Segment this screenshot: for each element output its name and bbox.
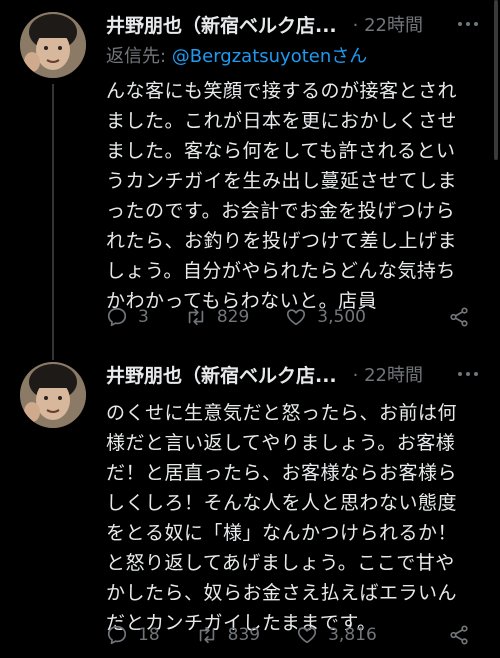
tweet[interactable]: 井野朋也（新宿ベルク店... · 22時間 のくせに生意気だと怒ったら、お前は何… <box>0 350 500 658</box>
retweet-icon <box>188 308 204 326</box>
reply-button[interactable]: 18 <box>106 624 160 646</box>
share-icon <box>450 307 468 327</box>
share-button[interactable] <box>448 624 480 646</box>
like-button[interactable]: 3,500 <box>285 306 366 328</box>
like-count: 3,816 <box>328 625 377 645</box>
retweet-button[interactable]: 839 <box>196 624 260 646</box>
reply-handle-link[interactable]: @Bergzatsuyoten <box>172 46 331 67</box>
share-icon <box>450 625 468 645</box>
action-bar: 3 829 3,500 <box>106 306 480 328</box>
reply-count: 3 <box>138 307 149 327</box>
reply-to: 返信先: @Bergzatsuyotenさん <box>106 42 482 72</box>
retweet-icon <box>199 626 214 644</box>
heart-icon <box>287 309 306 326</box>
action-bar: 18 839 3,816 <box>106 624 480 646</box>
reply-icon <box>107 625 127 645</box>
timestamp[interactable]: · 22時間 <box>353 11 423 37</box>
reply-suffix: さん <box>331 46 368 67</box>
retweet-button[interactable]: 829 <box>185 306 249 328</box>
tweet[interactable]: 井野朋也（新宿ベルク店... · 22時間 返信先: @Bergzatsuyot… <box>0 0 500 360</box>
reply-count: 18 <box>138 625 160 645</box>
author-name[interactable]: 井野朋也（新宿ベルク店... <box>106 361 337 388</box>
avatar[interactable] <box>20 362 86 428</box>
retweet-count: 839 <box>227 625 261 645</box>
reply-prefix: 返信先: <box>106 46 172 67</box>
like-button[interactable]: 3,816 <box>296 624 377 646</box>
reply-button[interactable]: 3 <box>106 306 149 328</box>
reply-icon <box>107 307 127 327</box>
heart-icon <box>298 627 317 644</box>
more-icon[interactable] <box>454 360 482 388</box>
tweet-text: のくせに生意気だと怒ったら、お前は何 様だと言い返してやりましょう。お客様 だ！… <box>106 402 458 634</box>
thread-line <box>52 84 54 360</box>
share-button[interactable] <box>448 306 480 328</box>
author-name[interactable]: 井野朋也（新宿ベルク店... <box>106 11 337 38</box>
tweet-text: んな客にも笑顔で接するのが接客とされ ました。これが日本を更におかしくさせ まし… <box>106 80 458 312</box>
avatar[interactable] <box>20 12 86 78</box>
timestamp[interactable]: · 22時間 <box>353 361 423 387</box>
retweet-count: 829 <box>216 307 250 327</box>
like-count: 3,500 <box>317 307 366 327</box>
more-icon[interactable] <box>454 10 482 38</box>
